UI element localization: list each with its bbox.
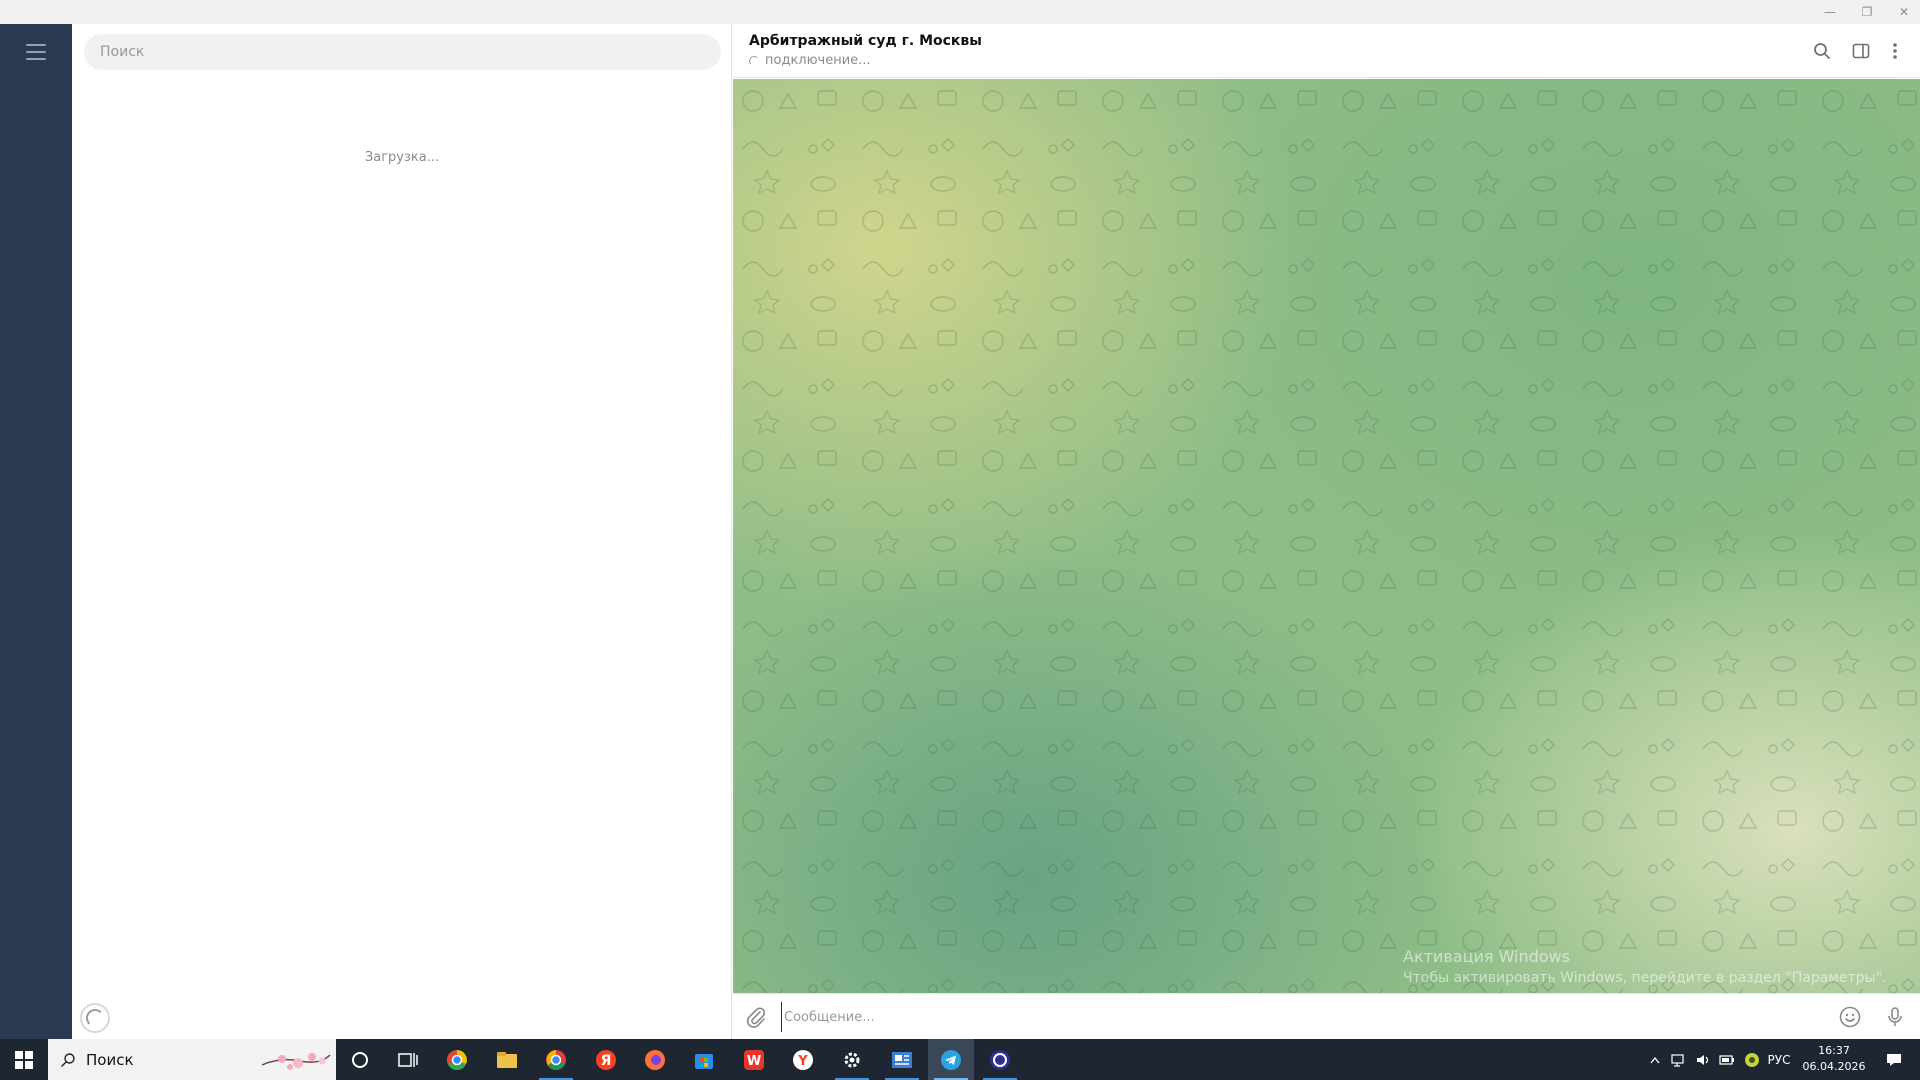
- chrome-icon[interactable]: [533, 1039, 579, 1080]
- chat-header[interactable]: Арбитражный суд г. Москвы подключение...: [733, 24, 1920, 78]
- cortana-icon[interactable]: [337, 1039, 383, 1080]
- taskbar-search-input[interactable]: Поиск: [48, 1039, 336, 1080]
- file-explorer-icon[interactable]: [484, 1039, 530, 1080]
- battery-icon[interactable]: [1715, 1039, 1739, 1080]
- settings-icon[interactable]: [829, 1039, 875, 1080]
- loading-spinner-icon: [80, 1003, 110, 1033]
- doodle-pattern: [733, 79, 1920, 993]
- chat-list-panel: Поиск Загрузка...: [72, 24, 732, 1039]
- volume-icon[interactable]: [1691, 1039, 1715, 1080]
- maximize-button[interactable]: ❐: [1849, 0, 1885, 24]
- search-icon[interactable]: [1809, 38, 1835, 64]
- connecting-spinner-icon: [749, 55, 759, 66]
- yandex-icon[interactable]: Я: [583, 1039, 629, 1080]
- svg-text:Я: Я: [601, 1053, 612, 1069]
- wps-office-icon[interactable]: W: [731, 1039, 777, 1080]
- taskbar-clock[interactable]: 16:37 06.04.2026: [1794, 1043, 1874, 1075]
- taskbar-search-icon: [61, 1052, 75, 1067]
- message-input[interactable]: [781, 1002, 1781, 1032]
- chat-search-placeholder: Поиск: [100, 44, 145, 60]
- left-rail: [0, 24, 72, 1039]
- windows-activation-hint: Чтобы активировать Windows, перейдите в …: [1403, 970, 1887, 986]
- chat-search-input[interactable]: Поиск: [84, 34, 721, 70]
- chat-title[interactable]: Арбитражный суд г. Москвы: [749, 33, 982, 49]
- chat-status-text: подключение...: [765, 53, 871, 68]
- chat-status: подключение...: [749, 53, 871, 68]
- menu-line: [26, 58, 46, 60]
- news-app-icon[interactable]: [879, 1039, 925, 1080]
- yandex-browser-icon[interactable]: Y: [780, 1039, 826, 1080]
- other-app-icon[interactable]: [977, 1039, 1023, 1080]
- window-titlebar: — ❐ ✕: [0, 0, 1920, 24]
- clock-date: 06.04.2026: [1802, 1060, 1866, 1073]
- windows-start-icon[interactable]: [0, 1039, 47, 1080]
- close-button[interactable]: ✕: [1886, 0, 1920, 24]
- firefox-icon[interactable]: [632, 1039, 678, 1080]
- notifications-icon[interactable]: [1874, 1039, 1914, 1080]
- message-composer: [733, 993, 1920, 1039]
- cherry-blossom-icon: [261, 1053, 331, 1070]
- sidebar-toggle-icon[interactable]: [1848, 38, 1874, 64]
- store-icon[interactable]: [681, 1039, 727, 1080]
- hamburger-menu-icon[interactable]: [26, 44, 46, 60]
- menu-line: [26, 51, 46, 53]
- network-icon[interactable]: [1667, 1039, 1691, 1080]
- more-options-icon[interactable]: [1882, 38, 1908, 64]
- emoji-icon[interactable]: [1838, 1005, 1862, 1029]
- microphone-icon[interactable]: [1883, 1005, 1907, 1029]
- svg-text:W: W: [747, 1054, 761, 1069]
- telegram-icon[interactable]: [928, 1039, 974, 1080]
- language-indicator[interactable]: РУС: [1764, 1039, 1794, 1080]
- menu-line: [26, 44, 46, 46]
- paperclip-icon[interactable]: [745, 1006, 767, 1028]
- taskbar-search-label: Поиск: [86, 1050, 134, 1069]
- clock-time: 16:37: [1818, 1044, 1850, 1057]
- task-view-icon[interactable]: [385, 1039, 431, 1080]
- chat-background: Активация Windows Чтобы активировать Win…: [733, 79, 1920, 993]
- tray-chevron-up-icon[interactable]: [1643, 1039, 1667, 1080]
- minimize-button[interactable]: —: [1812, 0, 1848, 24]
- chrome-like-icon[interactable]: [434, 1039, 480, 1080]
- tray-app-icon[interactable]: [1740, 1039, 1764, 1080]
- loading-text: Загрузка...: [364, 150, 440, 165]
- svg-text:Y: Y: [797, 1054, 808, 1069]
- windows-taskbar: Поиск Я W Y РУС 16:37 06.04.2026: [0, 1039, 1920, 1080]
- windows-activation-title: Активация Windows: [1403, 947, 1570, 966]
